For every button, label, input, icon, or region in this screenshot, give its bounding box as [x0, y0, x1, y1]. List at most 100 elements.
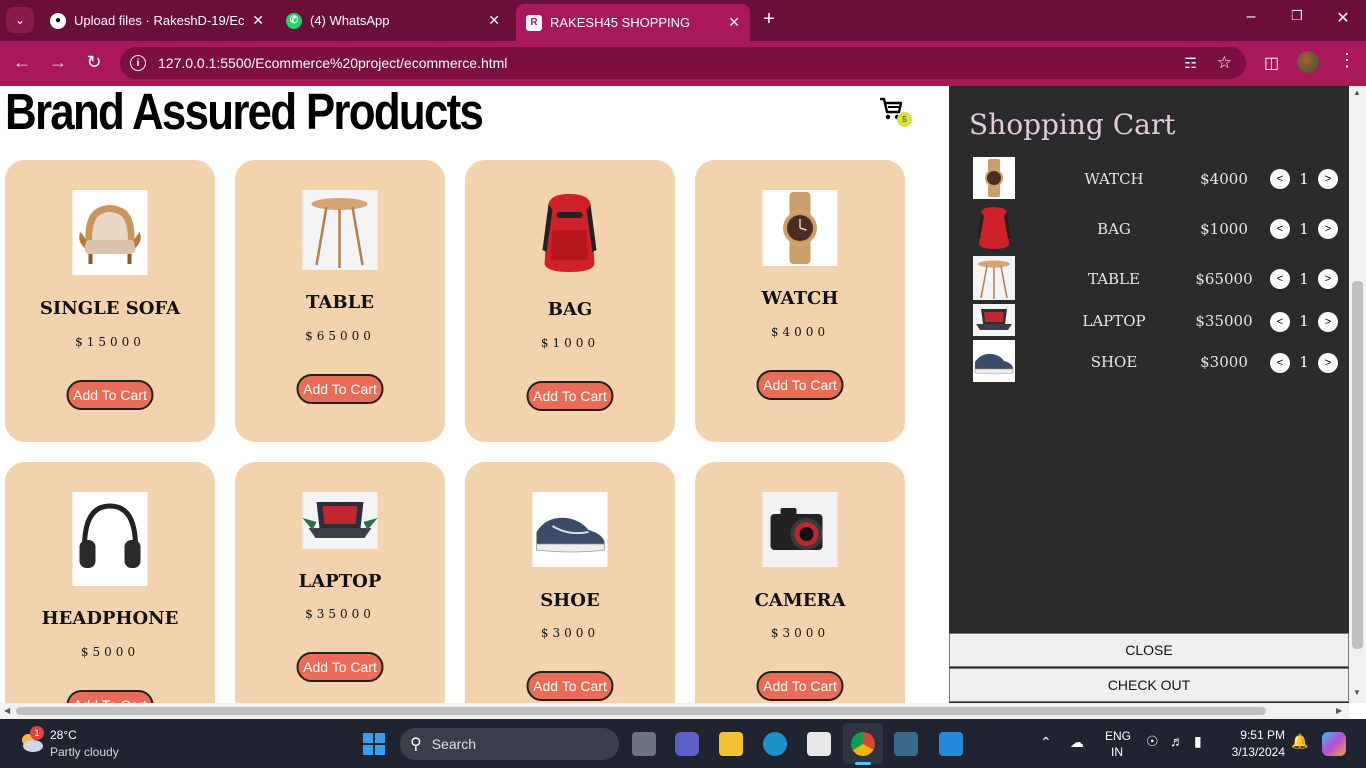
scroll-right-arrow-icon[interactable]: ▶	[1336, 706, 1342, 715]
close-cart-button[interactable]: CLOSE	[949, 633, 1349, 667]
minimize-button[interactable]: –	[1236, 8, 1266, 26]
new-tab-button[interactable]: +	[758, 8, 780, 31]
store-icon[interactable]	[807, 732, 831, 756]
horizontal-scrollbar[interactable]: ◀ ▶	[0, 703, 1349, 719]
language-line1[interactable]: ENG	[1105, 729, 1131, 743]
laptop-image	[302, 492, 378, 549]
product-card: BAG $1000 Add To Cart	[465, 160, 675, 442]
scroll-up-arrow-icon[interactable]: ▲	[1353, 88, 1361, 97]
product-price: $1000	[540, 336, 600, 350]
wifi-icon[interactable]: ☉	[1146, 733, 1159, 750]
translate-icon[interactable]: ☶	[1184, 55, 1197, 72]
increase-qty-button[interactable]: >	[1318, 219, 1338, 239]
product-card: SHOE $3000 Add To Cart	[465, 462, 675, 719]
battery-icon[interactable]: ▮	[1194, 733, 1202, 750]
increase-qty-button[interactable]: >	[1318, 169, 1338, 189]
cart-item: SHOE $3000 < 1 >	[949, 340, 1349, 384]
task-view-icon[interactable]	[632, 732, 656, 756]
clock-time[interactable]: 9:51 PM	[1225, 728, 1285, 742]
product-card: CAMERA $3000 Add To Cart	[695, 462, 905, 719]
product-price: $5000	[80, 645, 140, 659]
cart-item-name: BAG	[1097, 220, 1131, 238]
cart-thumb-watch	[973, 157, 1015, 199]
product-card: HEADPHONE $5000 Add To Cart	[5, 462, 215, 719]
url-text[interactable]: 127.0.0.1:5500/Ecommerce%20project/ecomm…	[158, 55, 1184, 71]
cart-thumb-laptop	[973, 304, 1015, 336]
volume-icon[interactable]: ♬	[1170, 733, 1184, 749]
taskbar-search[interactable]: ⚲ Search	[400, 728, 619, 760]
edge-icon[interactable]	[763, 732, 787, 756]
notification-bell-icon[interactable]: 🔔	[1291, 733, 1308, 750]
scroll-left-arrow-icon[interactable]: ◀	[4, 706, 10, 715]
address-bar[interactable]: i 127.0.0.1:5500/Ecommerce%20project/eco…	[120, 47, 1246, 79]
decrease-qty-button[interactable]: <	[1270, 169, 1290, 189]
scroll-down-arrow-icon[interactable]: ▼	[1353, 688, 1361, 697]
meet-icon[interactable]	[675, 732, 699, 756]
bookmark-star-icon[interactable]: ☆	[1217, 53, 1232, 73]
checkout-button[interactable]: CHECK OUT	[949, 668, 1349, 702]
decrease-qty-button[interactable]: <	[1270, 353, 1290, 373]
cart-thumb-table	[973, 256, 1015, 300]
sidebar-icon[interactable]: ◫	[1264, 53, 1279, 73]
file-explorer-icon[interactable]	[719, 732, 743, 756]
sofa-image	[72, 190, 148, 275]
product-price: $35000	[305, 607, 375, 621]
table-image	[302, 190, 378, 270]
chrome-icon[interactable]	[851, 732, 875, 756]
add-to-cart-button[interactable]: Add To Cart	[296, 374, 384, 404]
reload-button[interactable]: ↻	[82, 52, 106, 73]
chevron-up-icon[interactable]: ⌃	[1040, 734, 1052, 751]
restore-button[interactable]: ❐	[1282, 8, 1312, 24]
back-button[interactable]: ←	[10, 52, 34, 73]
terminal-icon[interactable]	[894, 732, 918, 756]
decrease-qty-button[interactable]: <	[1270, 312, 1290, 332]
site-info-icon[interactable]: i	[130, 55, 146, 71]
increase-qty-button[interactable]: >	[1318, 269, 1338, 289]
close-tab-icon[interactable]: ✕	[488, 12, 500, 29]
vscode-icon[interactable]	[939, 732, 963, 756]
add-to-cart-button[interactable]: Add To Cart	[66, 380, 154, 410]
product-card: SINGLE SOFA $15000 Add To Cart	[5, 160, 215, 442]
close-tab-icon[interactable]: ✕	[252, 12, 264, 29]
search-icon: ⚲	[410, 736, 422, 753]
headphone-image	[72, 492, 148, 586]
tab-whatsapp[interactable]: ✆ (4) WhatsApp ✕	[276, 6, 510, 35]
add-to-cart-button[interactable]: Add To Cart	[296, 652, 384, 682]
page-title: Brand Assured Products	[5, 86, 484, 140]
tab-github[interactable]: ● Upload files · RakeshD-19/Ecom ✕	[40, 6, 274, 35]
decrease-qty-button[interactable]: <	[1270, 269, 1290, 289]
add-to-cart-button[interactable]: Add To Cart	[756, 671, 844, 701]
onedrive-icon[interactable]: ☁	[1070, 734, 1084, 751]
cart-count-badge: 5	[897, 112, 912, 127]
decrease-qty-button[interactable]: <	[1270, 219, 1290, 239]
tab-search-button[interactable]: ⌄	[6, 7, 34, 33]
add-to-cart-button[interactable]: Add To Cart	[526, 671, 614, 701]
language-line2[interactable]: IN	[1105, 745, 1129, 759]
reload-icon: ↻	[86, 52, 102, 72]
close-tab-icon[interactable]: ✕	[728, 14, 740, 31]
tab-title: RAKESH45 SHOPPING	[550, 15, 691, 30]
tab-rakesh-shopping[interactable]: R RAKESH45 SHOPPING ✕	[516, 4, 750, 41]
windows-start-icon[interactable]	[362, 732, 386, 756]
more-menu-icon[interactable]: ⋮	[1338, 50, 1356, 71]
add-to-cart-button[interactable]: Add To Cart	[526, 381, 614, 411]
cart-thumb-bag	[973, 206, 1015, 250]
copilot-icon[interactable]	[1322, 732, 1346, 756]
github-icon: ●	[50, 12, 66, 29]
chevron-down-icon: ⌄	[14, 13, 26, 27]
increase-qty-button[interactable]: >	[1318, 353, 1338, 373]
cart-item-qty: 1	[1299, 270, 1309, 288]
browser-toolbar: ← → ↻ i 127.0.0.1:5500/Ecommerce%20proje…	[0, 41, 1366, 86]
forward-button[interactable]: →	[46, 52, 70, 73]
product-name: HEADPHONE	[41, 608, 179, 629]
vertical-scroll-thumb[interactable]	[1352, 281, 1363, 649]
close-window-button[interactable]: ✕	[1328, 8, 1358, 28]
increase-qty-button[interactable]: >	[1318, 312, 1338, 332]
cart-item: TABLE $65000 < 1 >	[949, 256, 1349, 300]
clock-date[interactable]: 3/13/2024	[1220, 745, 1285, 759]
vertical-scrollbar[interactable]: ▲ ▼	[1349, 86, 1366, 703]
add-to-cart-button[interactable]: Add To Cart	[756, 370, 844, 400]
horizontal-scroll-thumb[interactable]	[16, 707, 1266, 715]
profile-avatar[interactable]	[1297, 51, 1319, 73]
product-name: CAMERA	[754, 590, 846, 611]
